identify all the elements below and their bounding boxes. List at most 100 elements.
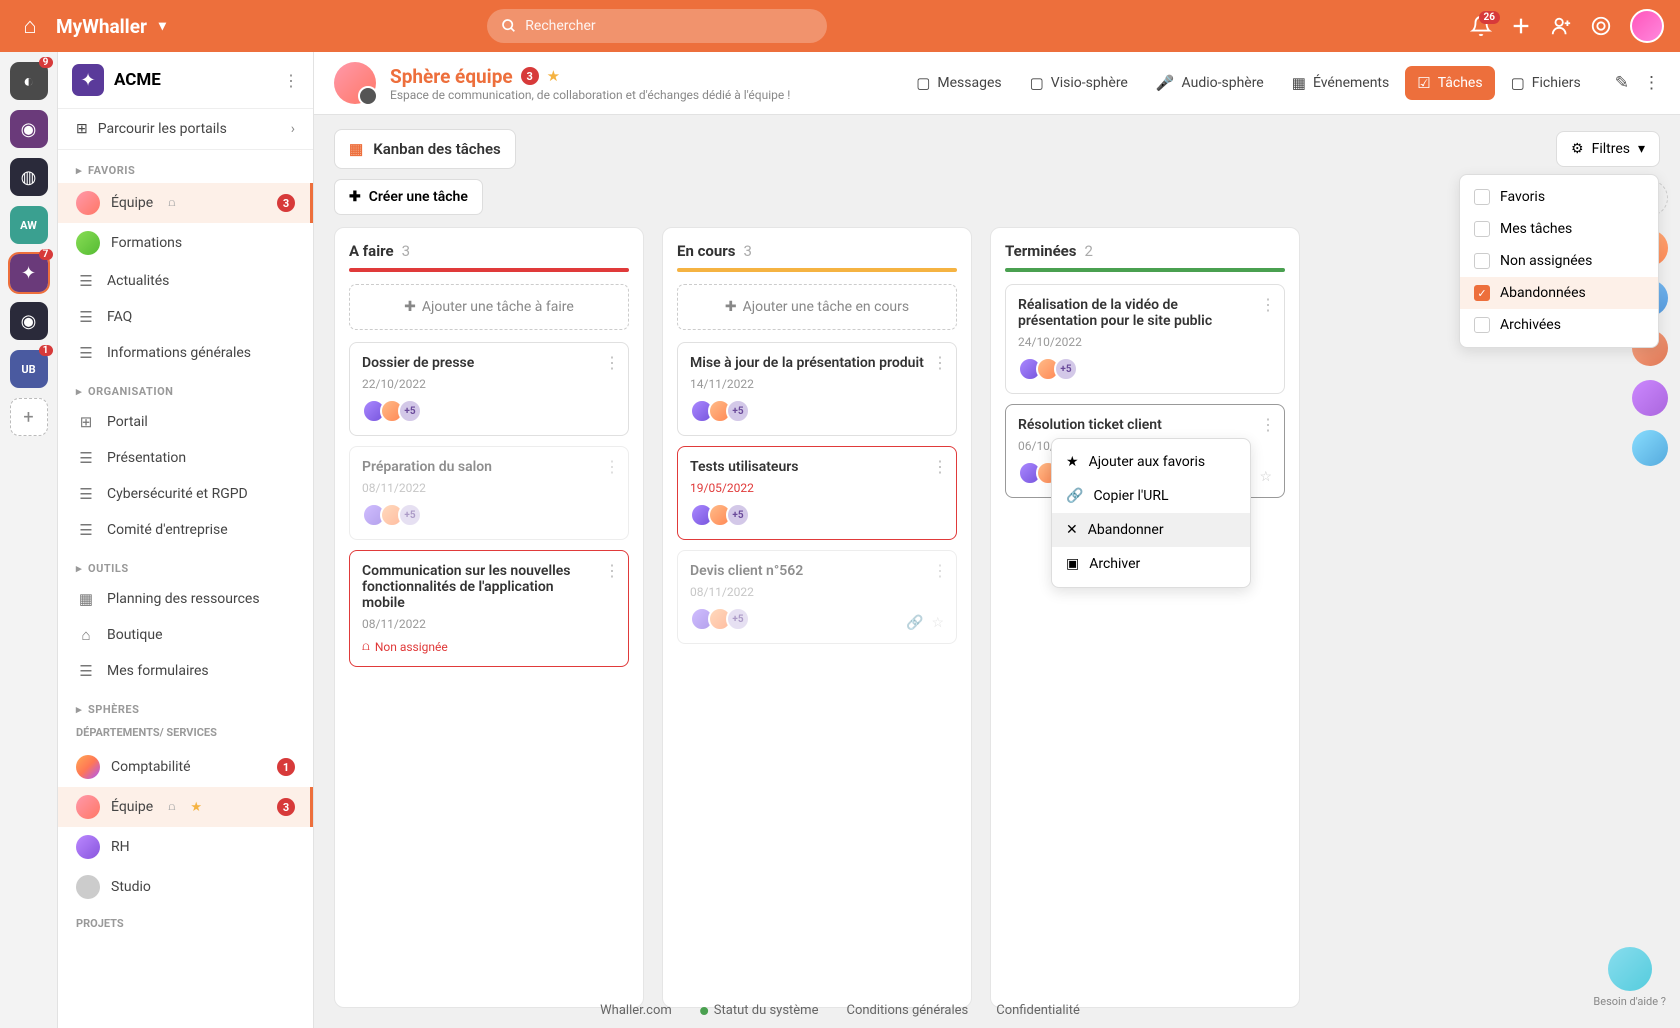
ctx-favorite[interactable]: ★Ajouter aux favoris — [1052, 445, 1250, 479]
chevron-down-icon[interactable]: ▾ — [159, 18, 166, 34]
rail-item[interactable]: ◉ — [10, 302, 48, 340]
rail-item[interactable]: ◐9 — [10, 62, 48, 100]
task-card[interactable]: Devis client n°562 08/11/2022 +5 🔗☆ ⋮ — [677, 550, 957, 644]
nav-equipe2[interactable]: Équipe⩍★3 — [58, 787, 313, 827]
task-card[interactable]: Communication sur les nouvelles fonction… — [349, 550, 629, 667]
tab-messages[interactable]: ▢Messages — [904, 66, 1013, 100]
nav-rh[interactable]: RH — [58, 827, 313, 867]
card-menu-icon[interactable]: ⋮ — [932, 353, 948, 372]
task-card[interactable]: Réalisation de la vidéo de présentation … — [1005, 284, 1285, 394]
browse-portals[interactable]: ⊞ Parcourir les portails › — [58, 109, 313, 150]
group-icon: ⩍ — [168, 800, 175, 814]
rail-item[interactable]: UB1 — [10, 350, 48, 388]
sphere-badge: 3 — [521, 67, 539, 85]
plus-icon: ✚ — [725, 299, 737, 315]
help-icon[interactable] — [1590, 15, 1612, 37]
footer-terms[interactable]: Conditions générales — [846, 1003, 968, 1018]
rail-add-icon[interactable]: + — [10, 398, 48, 436]
task-card[interactable]: Mise à jour de la présentation produit 1… — [677, 342, 957, 436]
card-menu-icon[interactable]: ⋮ — [932, 561, 948, 580]
notifications-icon[interactable]: 26 — [1470, 15, 1492, 37]
nav-presentation[interactable]: ☰Présentation — [58, 440, 313, 476]
footer: Whaller.com Statut du système Conditions… — [600, 1003, 1080, 1018]
nav-comptabilite[interactable]: Comptabilité1 — [58, 747, 313, 787]
tab-visio[interactable]: ▢Visio-sphère — [1018, 66, 1140, 100]
add-task-todo[interactable]: ✚Ajouter une tâche à faire — [349, 284, 629, 330]
star-icon[interactable]: ★ — [547, 67, 560, 85]
rail-item[interactable]: ◉ — [10, 110, 48, 148]
nav-portail[interactable]: ⊞Portail — [58, 404, 313, 440]
filter-abandonnees[interactable]: ✓Abandonnées — [1460, 277, 1658, 309]
sphere-desc: Espace de communication, de collaboratio… — [390, 88, 790, 102]
user-avatar[interactable] — [1630, 9, 1664, 43]
global-search[interactable] — [487, 9, 827, 43]
nav-boutique[interactable]: ⌂Boutique — [58, 617, 313, 653]
workspace-menu-icon[interactable]: ⋮ — [283, 71, 299, 90]
rail-item[interactable]: AW — [10, 206, 48, 244]
rail-item[interactable]: ◍ — [10, 158, 48, 196]
card-menu-icon[interactable]: ⋮ — [604, 353, 620, 372]
task-card[interactable]: Dossier de presse 22/10/2022 +5 ⋮ — [349, 342, 629, 436]
footer-privacy[interactable]: Confidentialité — [996, 1003, 1080, 1018]
help-widget[interactable]: Besoin d'aide ? — [1593, 947, 1666, 1008]
rail-item-active[interactable]: ✦7 — [10, 254, 48, 292]
filter-mes-taches[interactable]: Mes tâches — [1460, 213, 1658, 245]
nav-actualites[interactable]: ☰Actualités — [58, 263, 313, 299]
nav-cyber[interactable]: ☰Cybersécurité et RGPD — [58, 476, 313, 512]
footer-site[interactable]: Whaller.com — [600, 1003, 672, 1018]
nav-comite[interactable]: ☰Comité d'entreprise — [58, 512, 313, 548]
nav-faq[interactable]: ☰FAQ — [58, 299, 313, 335]
add-task-doing[interactable]: ✚Ajouter une tâche en cours — [677, 284, 957, 330]
tab-events[interactable]: ▦Événements — [1280, 66, 1401, 100]
nav-studio[interactable]: Studio — [58, 867, 313, 907]
card-menu-icon[interactable]: ⋮ — [932, 457, 948, 476]
projets-label: PROJETS — [58, 907, 313, 938]
presence-avatar[interactable] — [1632, 380, 1668, 416]
task-card[interactable]: Tests utilisateurs 19/05/2022 +5 ⋮ — [677, 446, 957, 540]
edit-icon[interactable]: ✎ — [1615, 73, 1629, 93]
task-card[interactable]: Préparation du salon 08/11/2022 +5 ⋮ — [349, 446, 629, 540]
form-icon: ☰ — [76, 661, 96, 681]
app-logo[interactable]: ⌂ MyWhaller ▾ — [16, 12, 166, 40]
sphere-header: Sphère équipe 3 ★ Espace de communicatio… — [314, 52, 1680, 115]
doc-icon: ☰ — [76, 448, 96, 468]
more-icon[interactable]: ⋮ — [1643, 73, 1660, 93]
star-icon: ★ — [190, 800, 202, 815]
filters-button[interactable]: ⚙ Filtres ▾ Favoris Mes tâches Non assig… — [1556, 131, 1660, 167]
tab-tasks[interactable]: ☑Tâches — [1405, 66, 1494, 100]
nav-formulaires[interactable]: ☰Mes formulaires — [58, 653, 313, 689]
nav-equipe[interactable]: Équipe ⩍ 3 — [58, 183, 313, 223]
search-input[interactable] — [525, 18, 813, 34]
card-menu-icon[interactable]: ⋮ — [1260, 295, 1276, 314]
checkbox-icon — [1474, 317, 1490, 333]
invite-icon[interactable] — [1550, 15, 1572, 37]
filter-non-assignees[interactable]: Non assignées — [1460, 245, 1658, 277]
star-icon: ★ — [1066, 454, 1079, 470]
tab-files[interactable]: ▢Fichiers — [1499, 66, 1593, 100]
main-content: Sphère équipe 3 ★ Espace de communicatio… — [314, 52, 1680, 1028]
link-icon[interactable]: 🔗 — [906, 615, 923, 631]
card-menu-icon[interactable]: ⋮ — [604, 561, 620, 580]
card-menu-icon[interactable]: ⋮ — [1260, 415, 1276, 434]
workspace-header: ✦ ACME ⋮ — [58, 52, 313, 109]
star-icon[interactable]: ☆ — [931, 615, 944, 631]
ctx-abandon[interactable]: ✕Abandonner — [1052, 513, 1250, 547]
ctx-archive[interactable]: ▣Archiver — [1052, 547, 1250, 581]
presence-avatar[interactable] — [1632, 430, 1668, 466]
kanban-icon: ▦ — [349, 140, 363, 158]
nav-planning[interactable]: ▦Planning des ressources — [58, 581, 313, 617]
nav-infos[interactable]: ☰Informations générales — [58, 335, 313, 371]
card-menu-icon[interactable]: ⋮ — [604, 457, 620, 476]
filter-archivees[interactable]: Archivées — [1460, 309, 1658, 341]
plus-icon[interactable] — [1510, 15, 1532, 37]
footer-status[interactable]: Statut du système — [700, 1003, 819, 1018]
info-icon: ☰ — [76, 343, 96, 363]
portal-icon: ⊞ — [76, 412, 96, 432]
ctx-copy-url[interactable]: 🔗Copier l'URL — [1052, 479, 1250, 513]
filter-favoris[interactable]: Favoris — [1460, 181, 1658, 213]
unassigned-label: ⩍Non assignée — [362, 639, 616, 654]
nav-formations[interactable]: Formations — [58, 223, 313, 263]
tab-audio[interactable]: 🎤Audio-sphère — [1144, 66, 1276, 100]
star-icon[interactable]: ☆ — [1259, 469, 1272, 485]
create-task-button[interactable]: ✚ Créer une tâche — [334, 179, 483, 215]
